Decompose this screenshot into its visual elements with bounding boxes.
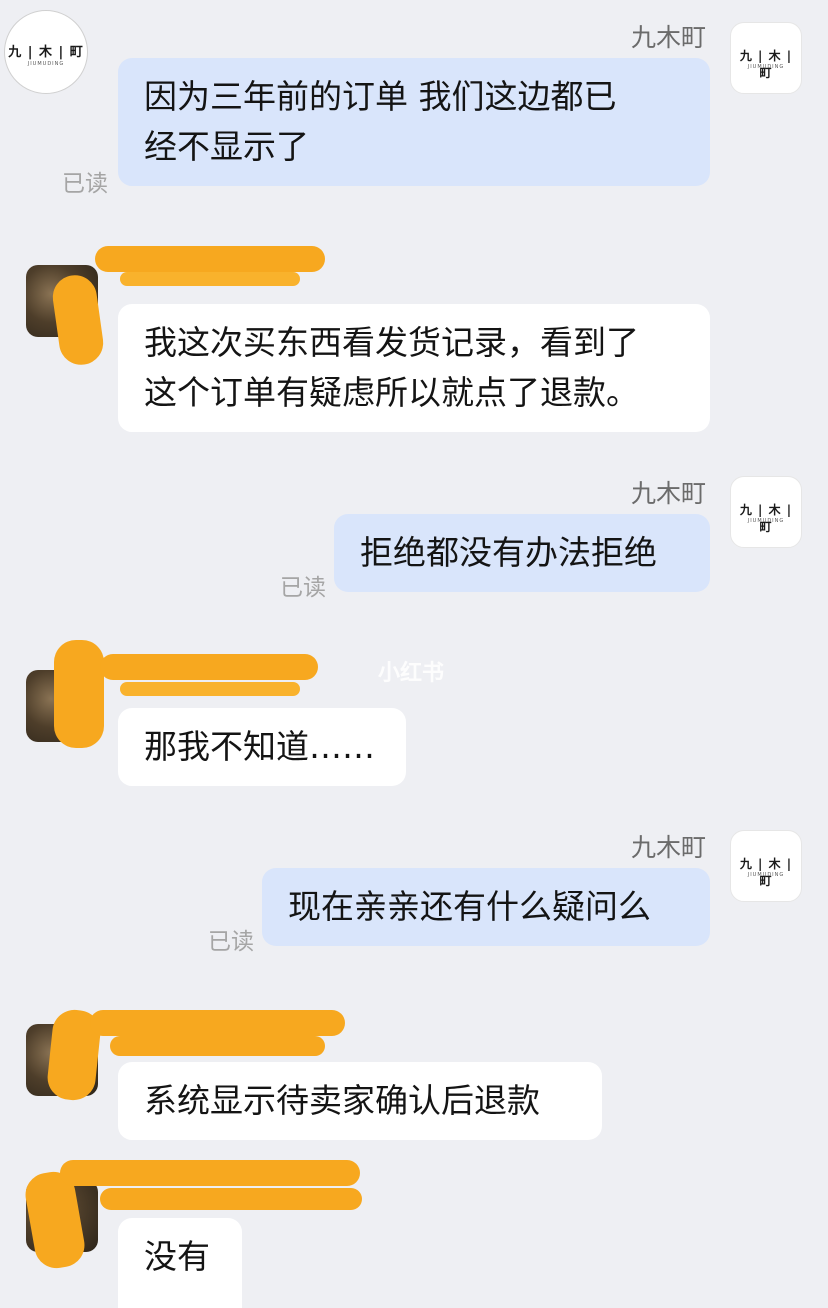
- message-line: 系统显示待卖家确认后退款: [144, 1081, 540, 1120]
- redaction-scribble: [100, 1188, 362, 1210]
- read-receipt: 已读: [280, 575, 326, 601]
- redaction-scribble: [60, 1160, 360, 1186]
- message-bubble-self[interactable]: 现在亲亲还有什么疑问么: [262, 868, 710, 946]
- message-bubble-other[interactable]: 那我不知道……: [118, 708, 406, 786]
- message-line: 这个订单有疑虑所以就点了退款。: [144, 373, 639, 412]
- redaction-scribble: [120, 682, 300, 696]
- message-bubble-other[interactable]: 我这次买东西看发货记录，看到了 这个订单有疑虑所以就点了退款。: [118, 304, 710, 432]
- read-receipt: 已读: [208, 929, 254, 955]
- shop-avatar[interactable]: 九 | 木 | 町 JIUMUDING: [730, 22, 802, 94]
- shop-avatar-partial[interactable]: 九 | 木 | 町 JIUMUDING: [4, 10, 88, 94]
- redaction-scribble: [100, 654, 318, 680]
- sender-name: 九木町: [630, 23, 706, 52]
- message-line: 拒绝都没有办法拒绝: [360, 533, 657, 572]
- message-line: 现在亲亲还有什么疑问么: [288, 887, 651, 926]
- redaction-scribble: [54, 640, 104, 748]
- read-receipt: 已读: [62, 171, 108, 197]
- message-line: 因为三年前的订单 我们这边都已: [144, 77, 617, 116]
- message-line: 经不显示了: [144, 127, 309, 166]
- message-line: 没有: [144, 1237, 210, 1276]
- sender-name: 九木町: [630, 833, 706, 862]
- shop-avatar[interactable]: 九 | 木 | 町 JIUMUDING: [730, 830, 802, 902]
- shop-avatar-sub: JIUMUDING: [747, 872, 785, 878]
- redaction-scribble: [110, 1036, 325, 1056]
- redaction-scribble: [95, 246, 325, 272]
- watermark: 小红书: [378, 661, 445, 686]
- shop-avatar-sub: JIUMUDING: [27, 61, 65, 67]
- redaction-scribble: [90, 1010, 345, 1036]
- message-bubble-self[interactable]: 拒绝都没有办法拒绝: [334, 514, 710, 592]
- shop-avatar-sub: JIUMUDING: [747, 518, 785, 524]
- shop-avatar-sub: JIUMUDING: [747, 64, 785, 70]
- message-line: 那我不知道……: [144, 727, 375, 766]
- message-bubble-other[interactable]: 系统显示待卖家确认后退款: [118, 1062, 602, 1140]
- message-line: 我这次买东西看发货记录，看到了: [144, 323, 639, 362]
- message-bubble-self[interactable]: 因为三年前的订单 我们这边都已 经不显示了: [118, 58, 710, 186]
- redaction-scribble: [120, 272, 300, 286]
- shop-avatar[interactable]: 九 | 木 | 町 JIUMUDING: [730, 476, 802, 548]
- shop-avatar-logo: 九 | 木 | 町: [8, 45, 84, 60]
- sender-name: 九木町: [630, 479, 706, 508]
